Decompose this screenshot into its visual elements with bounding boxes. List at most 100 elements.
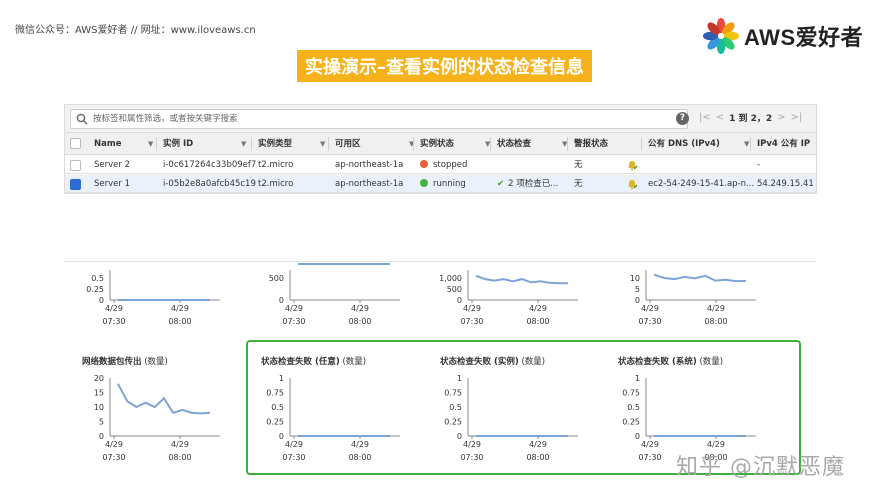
x-tick-label: 4/29 [351,440,369,449]
x-tick-label: 4/29 [463,440,481,449]
y-tick-label: 500 [269,274,284,283]
availability-zone: ap-northeast-1a [335,179,404,189]
col-public-ip[interactable]: IPv4 公有 IP [757,133,810,155]
page-range: 1 到 2，2 [729,114,773,124]
network-packets-out-chart: 201510504/2907:304/2908:00 [94,374,220,462]
x-tick-label: 4/29 [285,440,303,449]
instance-name: Server 2 [94,160,130,170]
alarm-bell-icon[interactable] [626,178,638,190]
next-page-button[interactable]: > [777,112,785,123]
y-tick-label: 0 [457,296,462,305]
y-tick-label: 0 [635,296,640,305]
check-passed-icon: ✔ [497,179,505,189]
y-tick-label: 1 [279,374,284,383]
row-checkbox[interactable] [70,179,81,190]
x-tick-label: 4/29 [641,304,659,313]
series-line [653,273,747,283]
x-tick-label: 4/29 [529,304,547,313]
y-tick-label: 20 [94,374,104,383]
x-tick-label: 08:00 [526,317,549,326]
col-instance-type[interactable]: 实例类型 ▼ [258,133,325,155]
x-tick-label: 07:30 [460,317,483,326]
y-tick-label: 0 [457,432,462,441]
x-tick-label: 4/29 [105,440,123,449]
x-tick-label: 07:30 [102,453,125,462]
x-tick-label: 4/29 [707,440,725,449]
col-name[interactable]: Name ▼ [94,133,153,155]
x-tick-label: 07:30 [638,317,661,326]
instance-state: stopped [420,156,467,174]
y-tick-label: 0 [635,432,640,441]
slide-title: 实操演示–查看实例的状态检查信息 [297,50,592,82]
status-check-any-chart: 10.750.50.2504/2907:304/2908:00 [266,374,400,462]
alarm-bell-icon[interactable] [626,159,638,171]
x-tick-label: 07:30 [638,453,661,462]
zhihu-watermark: 知乎 @沉默恶魔 [676,455,845,480]
x-tick-label: 4/29 [171,440,189,449]
first-page-button[interactable]: |< [699,112,711,123]
availability-zone: ap-northeast-1a [335,160,404,170]
col-alarm-status[interactable]: 警报状态 [574,133,608,155]
series-line [475,274,568,285]
x-tick-label: 4/29 [171,304,189,313]
row-checkbox[interactable] [70,160,81,171]
y-tick-label: 1 [635,374,640,383]
x-tick-label: 4/29 [641,440,659,449]
prev-page-button[interactable]: < [716,112,724,123]
y-tick-label: 0.25 [266,418,284,427]
series-line [117,383,211,415]
stopped-status-icon [420,160,428,168]
instance-type: t2.micro [258,179,294,189]
instance-state: running [420,175,466,193]
public-dns: ec2-54-249-15-41.ap-n... [648,179,755,189]
y-tick-label: 0.5 [271,403,284,412]
x-tick-label: 08:00 [348,317,371,326]
instance-name: Server 1 [94,179,130,189]
x-tick-label: 07:30 [282,453,305,462]
table-row[interactable]: Server 2 i-0c617264c33b09ef7 t2.micro ap… [65,156,816,174]
select-all-checkbox[interactable] [70,138,81,149]
y-tick-label: 1,000 [439,274,462,283]
y-tick-label: 1 [457,374,462,383]
y-tick-label: 0 [99,296,104,305]
col-instance-id[interactable]: 实例 ID ▼ [163,133,246,155]
x-tick-label: 4/29 [105,304,123,313]
y-tick-label: 5 [99,418,104,427]
aws-fans-logo: AWS爱好者 [702,15,863,57]
y-tick-label: 0.75 [266,389,284,398]
help-icon[interactable]: ? [676,112,689,125]
col-public-dns[interactable]: 公有 DNS (IPv4) ▼ [648,133,749,155]
y-tick-label: 10 [94,403,104,412]
y-tick-label: 0.25 [86,285,104,294]
x-tick-label: 07:30 [460,453,483,462]
y-tick-label: 0.25 [622,418,640,427]
last-page-button[interactable]: >| [791,112,803,123]
search-input[interactable] [93,111,683,127]
metric-title-network-packets-out: 网络数据包传出 (数量) [82,357,168,367]
public-ip: - [757,160,761,170]
y-tick-label: 5 [635,285,640,294]
metric-chart-3: 1,00050004/2907:304/2908:00 [439,270,578,326]
x-tick-label: 07:30 [282,317,305,326]
x-tick-label: 4/29 [285,304,303,313]
metric-chart-2: 50004/2907:304/2908:00 [269,263,400,326]
x-tick-label: 08:00 [168,453,191,462]
col-status-checks[interactable]: 状态检查 ▼ [497,133,567,155]
table-header: Name ▼ 实例 ID ▼ 实例类型 ▼ 可用区 ▼ 实例状态 ▼ 状态检查 ▼ 警报状态… [65,133,816,155]
col-availability-zone[interactable]: 可用区 ▼ [335,133,414,155]
status-checks[interactable]: ✔ 2 项检查已... [497,175,558,193]
y-tick-label: 0.5 [91,274,104,283]
running-status-icon [420,179,428,187]
logo-text: AWS爱好者 [744,25,864,50]
y-tick-label: 0.5 [627,403,640,412]
search-icon [76,113,88,125]
alarm-status: 无 [574,179,583,189]
search-box[interactable] [70,109,688,129]
metric-chart-4: 10504/2907:304/2908:00 [630,270,756,326]
public-ip: 54.249.15.41 [757,179,814,189]
col-instance-state[interactable]: 实例状态 ▼ [420,133,490,155]
instance-id: i-05b2e8a0afcb45c19 [163,179,256,189]
table-row[interactable]: Server 1 i-05b2e8a0afcb45c19 t2.micro ap… [65,175,816,193]
x-tick-label: 07:30 [102,317,125,326]
ec2-instances-panel: ? |< < 1 到 2，2 > >| Name▼ 实例 ID▼ 实例类型▼ 可… [64,104,817,194]
